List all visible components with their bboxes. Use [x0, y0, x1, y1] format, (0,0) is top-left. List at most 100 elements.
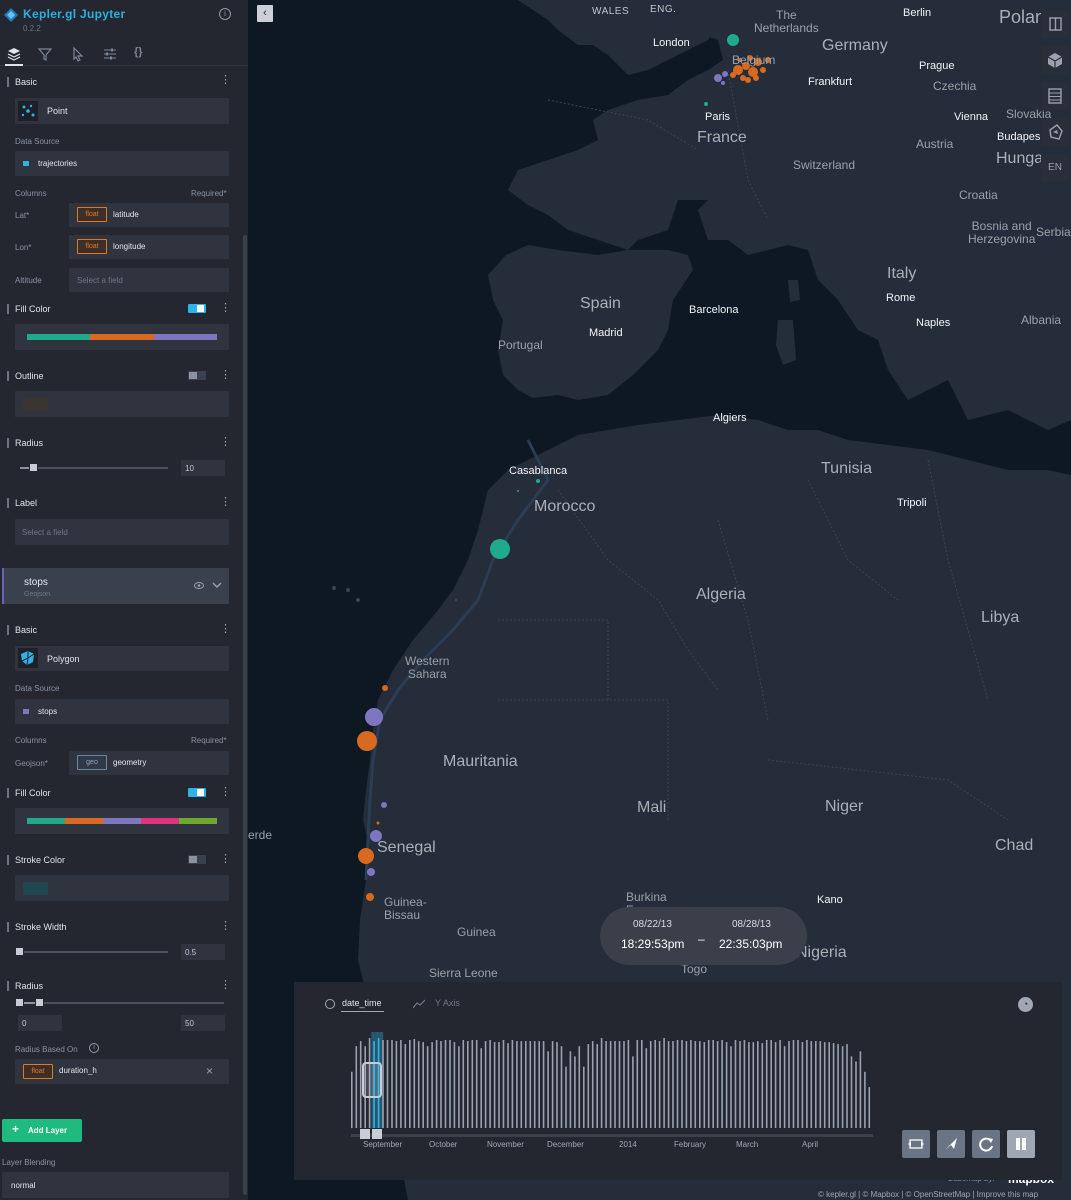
more-options-icon[interactable]: ⋮: [220, 497, 231, 508]
geojson-field-selector[interactable]: geo geometry: [69, 751, 229, 775]
radius-range-track[interactable]: [20, 1002, 224, 1004]
section-label[interactable]: Label: [15, 498, 37, 508]
split-map-icon[interactable]: [1041, 10, 1069, 38]
stroke-width-slider-track[interactable]: [20, 951, 168, 953]
more-options-icon[interactable]: ⋮: [220, 787, 231, 798]
pause-icon[interactable]: [1007, 1130, 1035, 1158]
radius-slider-track[interactable]: [20, 467, 168, 469]
collapse-sidebar-button[interactable]: ‹: [257, 5, 273, 22]
stop-point: [367, 868, 375, 876]
more-options-icon[interactable]: ⋮: [220, 75, 231, 86]
code-icon[interactable]: {}: [134, 46, 150, 62]
more-options-icon[interactable]: ⋮: [220, 437, 231, 448]
stroke-width-input[interactable]: 0.5: [181, 944, 225, 960]
more-options-icon[interactable]: ⋮: [220, 980, 231, 991]
histogram-bar: [676, 1040, 679, 1128]
outline-color-selector[interactable]: [15, 391, 229, 417]
chevron-down-icon[interactable]: [212, 580, 222, 590]
section-stroke-color[interactable]: Stroke Color: [15, 855, 65, 865]
map-label: Paris: [705, 111, 731, 123]
time-field-selector[interactable]: date_time: [342, 998, 382, 1008]
data-source-selector[interactable]: trajectories: [15, 151, 229, 176]
lat-field-selector[interactable]: float latitude: [69, 203, 229, 227]
close-icon[interactable]: ×: [206, 1064, 213, 1078]
section-outline[interactable]: Outline: [15, 371, 44, 381]
radius-field-selector[interactable]: float duration_h ×: [15, 1059, 229, 1084]
stop-point: [357, 731, 377, 751]
histogram-bar: [569, 1051, 572, 1128]
more-options-icon[interactable]: ⋮: [220, 921, 231, 932]
map-label: Western Sahara: [405, 654, 450, 681]
range-handle-start[interactable]: [360, 1129, 370, 1139]
altitude-field-selector[interactable]: Select a field: [69, 268, 229, 292]
range-handle-end[interactable]: [372, 1129, 382, 1139]
label-field-selector[interactable]: Select a field: [15, 519, 229, 545]
section-fill-color[interactable]: Fill Color: [15, 304, 51, 314]
histogram-bar: [850, 1056, 853, 1128]
speed-icon[interactable]: ◔: [1018, 997, 1033, 1012]
reset-window-icon[interactable]: [902, 1130, 930, 1158]
histogram-bar: [618, 1041, 621, 1128]
layer-type-selector[interactable]: Polygon: [15, 646, 229, 671]
info-icon[interactable]: i: [89, 1043, 99, 1053]
lon-field-selector[interactable]: float longitude: [69, 235, 229, 259]
stroke-color-toggle[interactable]: [188, 855, 206, 864]
section-basic[interactable]: Basic: [15, 625, 37, 635]
more-options-icon[interactable]: ⋮: [220, 624, 231, 635]
map-label: Barcelona: [689, 304, 739, 316]
radius-range-min-handle[interactable]: [15, 998, 24, 1007]
radius-slider-handle[interactable]: [29, 463, 38, 472]
histogram-bar: [837, 1044, 839, 1128]
section-radius[interactable]: Radius: [15, 438, 43, 448]
fill-color-toggle[interactable]: [188, 788, 206, 797]
loop-icon[interactable]: [972, 1130, 1000, 1158]
layers-icon[interactable]: [6, 46, 22, 62]
locale-button[interactable]: EN: [1041, 154, 1069, 182]
layer-panel-stops[interactable]: stops Geojson: [2, 568, 229, 604]
histogram-bar: [739, 1041, 741, 1128]
interaction-icon[interactable]: [70, 46, 86, 62]
settings-icon[interactable]: [102, 46, 118, 62]
outline-toggle[interactable]: [188, 371, 206, 380]
eye-icon[interactable]: [194, 582, 204, 589]
radius-max-input[interactable]: 50: [181, 1015, 225, 1031]
add-layer-button[interactable]: + Add Layer: [2, 1119, 82, 1142]
map-attribution[interactable]: © kepler.gl | © Mapbox | © OpenStreetMap…: [818, 1190, 1038, 1199]
data-source-selector[interactable]: stops: [15, 699, 229, 724]
legend-icon[interactable]: [1041, 82, 1069, 110]
radius-range-max-handle[interactable]: [35, 998, 44, 1007]
time-histogram[interactable]: [349, 1032, 879, 1132]
sidebar-scrollbar[interactable]: [243, 235, 247, 1195]
info-icon[interactable]: i: [219, 8, 231, 20]
map-label: Tunisia: [821, 460, 872, 477]
section-radius[interactable]: Radius: [15, 981, 43, 991]
lat-field-value: latitude: [113, 210, 139, 219]
filter-icon[interactable]: [37, 46, 53, 62]
histogram-bar: [685, 1041, 688, 1128]
lat-label: Lat*: [15, 211, 30, 220]
lon-field-value: longitude: [113, 242, 146, 251]
fill-color-palette-selector[interactable]: [15, 324, 229, 350]
section-basic[interactable]: Basic: [15, 77, 37, 87]
more-options-icon[interactable]: ⋮: [220, 854, 231, 865]
histogram-bar: [386, 1040, 389, 1128]
start-time: 18:29:53pm: [621, 937, 685, 951]
section-stroke-width[interactable]: Stroke Width: [15, 922, 67, 932]
3d-map-icon[interactable]: [1041, 46, 1069, 74]
section-marker: [7, 304, 9, 314]
fill-color-toggle[interactable]: [188, 304, 206, 313]
stroke-color-selector[interactable]: [15, 875, 229, 901]
y-axis-selector[interactable]: Y Axis: [435, 998, 460, 1008]
radius-min-input[interactable]: 0: [18, 1015, 62, 1031]
radius-input[interactable]: 10: [181, 460, 225, 476]
layer-type-selector[interactable]: Point: [15, 98, 229, 124]
more-options-icon[interactable]: ⋮: [220, 370, 231, 381]
layer-blending-selector[interactable]: normal: [2, 1172, 229, 1198]
draw-polygon-icon[interactable]: [1041, 118, 1069, 146]
speed-rocket-icon[interactable]: [937, 1130, 965, 1158]
stroke-width-slider-handle[interactable]: [15, 947, 24, 956]
playback-window-handle[interactable]: [362, 1062, 382, 1098]
more-options-icon[interactable]: ⋮: [220, 303, 231, 314]
fill-color-palette-selector[interactable]: [15, 808, 229, 834]
section-fill-color[interactable]: Fill Color: [15, 788, 51, 798]
